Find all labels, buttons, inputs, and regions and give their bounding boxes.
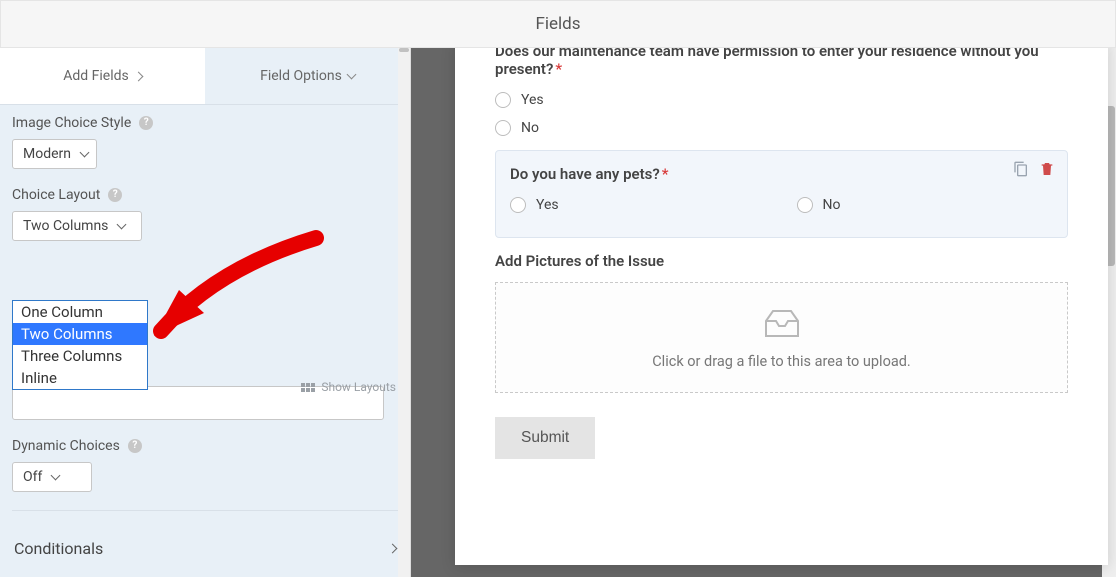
upload-label: Add Pictures of the Issue bbox=[495, 252, 1068, 270]
help-icon[interactable]: ? bbox=[108, 188, 122, 202]
chevron-down-icon bbox=[80, 148, 90, 158]
sidebar: Add Fields Field Options Image Choice St… bbox=[0, 48, 411, 577]
label-image-choice-style: Image Choice Style bbox=[12, 115, 131, 131]
group-dynamic-choices: Dynamic Choices ? Off bbox=[12, 438, 398, 492]
sidebar-tabs: Add Fields Field Options bbox=[0, 48, 410, 104]
tab-field-options-label: Field Options bbox=[260, 68, 342, 84]
chevron-down-icon bbox=[51, 471, 61, 481]
panel-body: Image Choice Style ? Modern Choice Layou… bbox=[0, 104, 410, 566]
chevron-right-icon bbox=[133, 71, 143, 81]
choice-layout-dropdown: One Column Two Columns Three Columns Inl… bbox=[12, 300, 148, 390]
dropdown-option[interactable]: Inline bbox=[13, 367, 147, 389]
select-dynamic-choices[interactable]: Off bbox=[12, 462, 92, 492]
form-preview: Does our maintenance team have permissio… bbox=[455, 48, 1108, 565]
select-choice-layout[interactable]: Two Columns bbox=[12, 211, 142, 241]
required-indicator: * bbox=[555, 60, 562, 78]
label-choice-layout: Choice Layout bbox=[12, 187, 100, 203]
select-image-choice-style-value: Modern bbox=[23, 146, 71, 162]
file-upload-dropzone[interactable]: Click or drag a file to this area to upl… bbox=[495, 282, 1068, 393]
divider bbox=[12, 510, 398, 511]
group-choice-layout: Choice Layout ? Two Columns bbox=[12, 187, 398, 241]
radio-option[interactable]: No bbox=[797, 193, 1054, 221]
upload-hint: Click or drag a file to this area to upl… bbox=[652, 353, 911, 370]
page-header: Fields bbox=[0, 0, 1116, 48]
help-icon[interactable]: ? bbox=[128, 439, 142, 453]
preview-area: Does our maintenance team have permissio… bbox=[411, 48, 1116, 577]
radio-icon bbox=[797, 197, 813, 213]
tab-field-options[interactable]: Field Options bbox=[205, 48, 410, 104]
radio-option[interactable]: Yes bbox=[495, 88, 1068, 116]
select-choice-layout-value: Two Columns bbox=[23, 218, 108, 234]
accordion-conditionals[interactable]: Conditionals bbox=[12, 525, 398, 566]
sidebar-scrollbar[interactable] bbox=[398, 48, 410, 577]
question-permission-text: Does our maintenance team have permissio… bbox=[495, 48, 1039, 78]
radio-option[interactable]: Yes bbox=[510, 193, 767, 221]
accordion-conditionals-label: Conditionals bbox=[14, 539, 103, 558]
selected-field-pets[interactable]: Do you have any pets?* Yes No bbox=[495, 150, 1068, 238]
help-icon[interactable]: ? bbox=[139, 116, 153, 130]
page-title: Fields bbox=[535, 14, 580, 34]
radio-option[interactable]: No bbox=[495, 116, 1068, 144]
chevron-down-icon bbox=[117, 220, 127, 230]
show-layouts-link[interactable]: Show Layouts bbox=[301, 380, 396, 394]
field-actions bbox=[1013, 161, 1055, 177]
select-image-choice-style[interactable]: Modern bbox=[12, 139, 97, 169]
scrollbar-thumb[interactable] bbox=[399, 48, 409, 52]
grid-icon bbox=[301, 383, 315, 392]
dropdown-option[interactable]: One Column bbox=[13, 301, 147, 323]
trash-icon[interactable] bbox=[1039, 161, 1055, 177]
question-pets: Do you have any pets?* bbox=[510, 165, 1053, 183]
dropdown-option[interactable]: Two Columns bbox=[13, 323, 147, 345]
tab-add-fields-label: Add Fields bbox=[63, 68, 129, 84]
group-image-choice-style: Image Choice Style ? Modern bbox=[12, 115, 398, 169]
inbox-icon bbox=[763, 309, 801, 339]
main: Add Fields Field Options Image Choice St… bbox=[0, 48, 1116, 577]
select-dynamic-choices-value: Off bbox=[23, 469, 42, 485]
required-indicator: * bbox=[662, 165, 669, 183]
submit-button[interactable]: Submit bbox=[495, 417, 595, 459]
chevron-down-icon bbox=[346, 70, 356, 80]
chevron-right-icon bbox=[388, 544, 398, 554]
radio-label: Yes bbox=[521, 92, 544, 108]
label-dynamic-choices: Dynamic Choices bbox=[12, 438, 120, 454]
radio-label: No bbox=[823, 197, 841, 213]
question-pets-text: Do you have any pets? bbox=[510, 165, 660, 183]
question-permission: Does our maintenance team have permissio… bbox=[495, 48, 1068, 78]
radio-icon bbox=[510, 197, 526, 213]
dropdown-option[interactable]: Three Columns bbox=[13, 345, 147, 367]
show-layouts-label: Show Layouts bbox=[321, 380, 396, 394]
radio-icon bbox=[495, 92, 511, 108]
radio-label: Yes bbox=[536, 197, 559, 213]
tab-add-fields[interactable]: Add Fields bbox=[0, 48, 205, 104]
duplicate-icon[interactable] bbox=[1013, 161, 1029, 177]
radio-icon bbox=[495, 120, 511, 136]
radio-label: No bbox=[521, 120, 539, 136]
